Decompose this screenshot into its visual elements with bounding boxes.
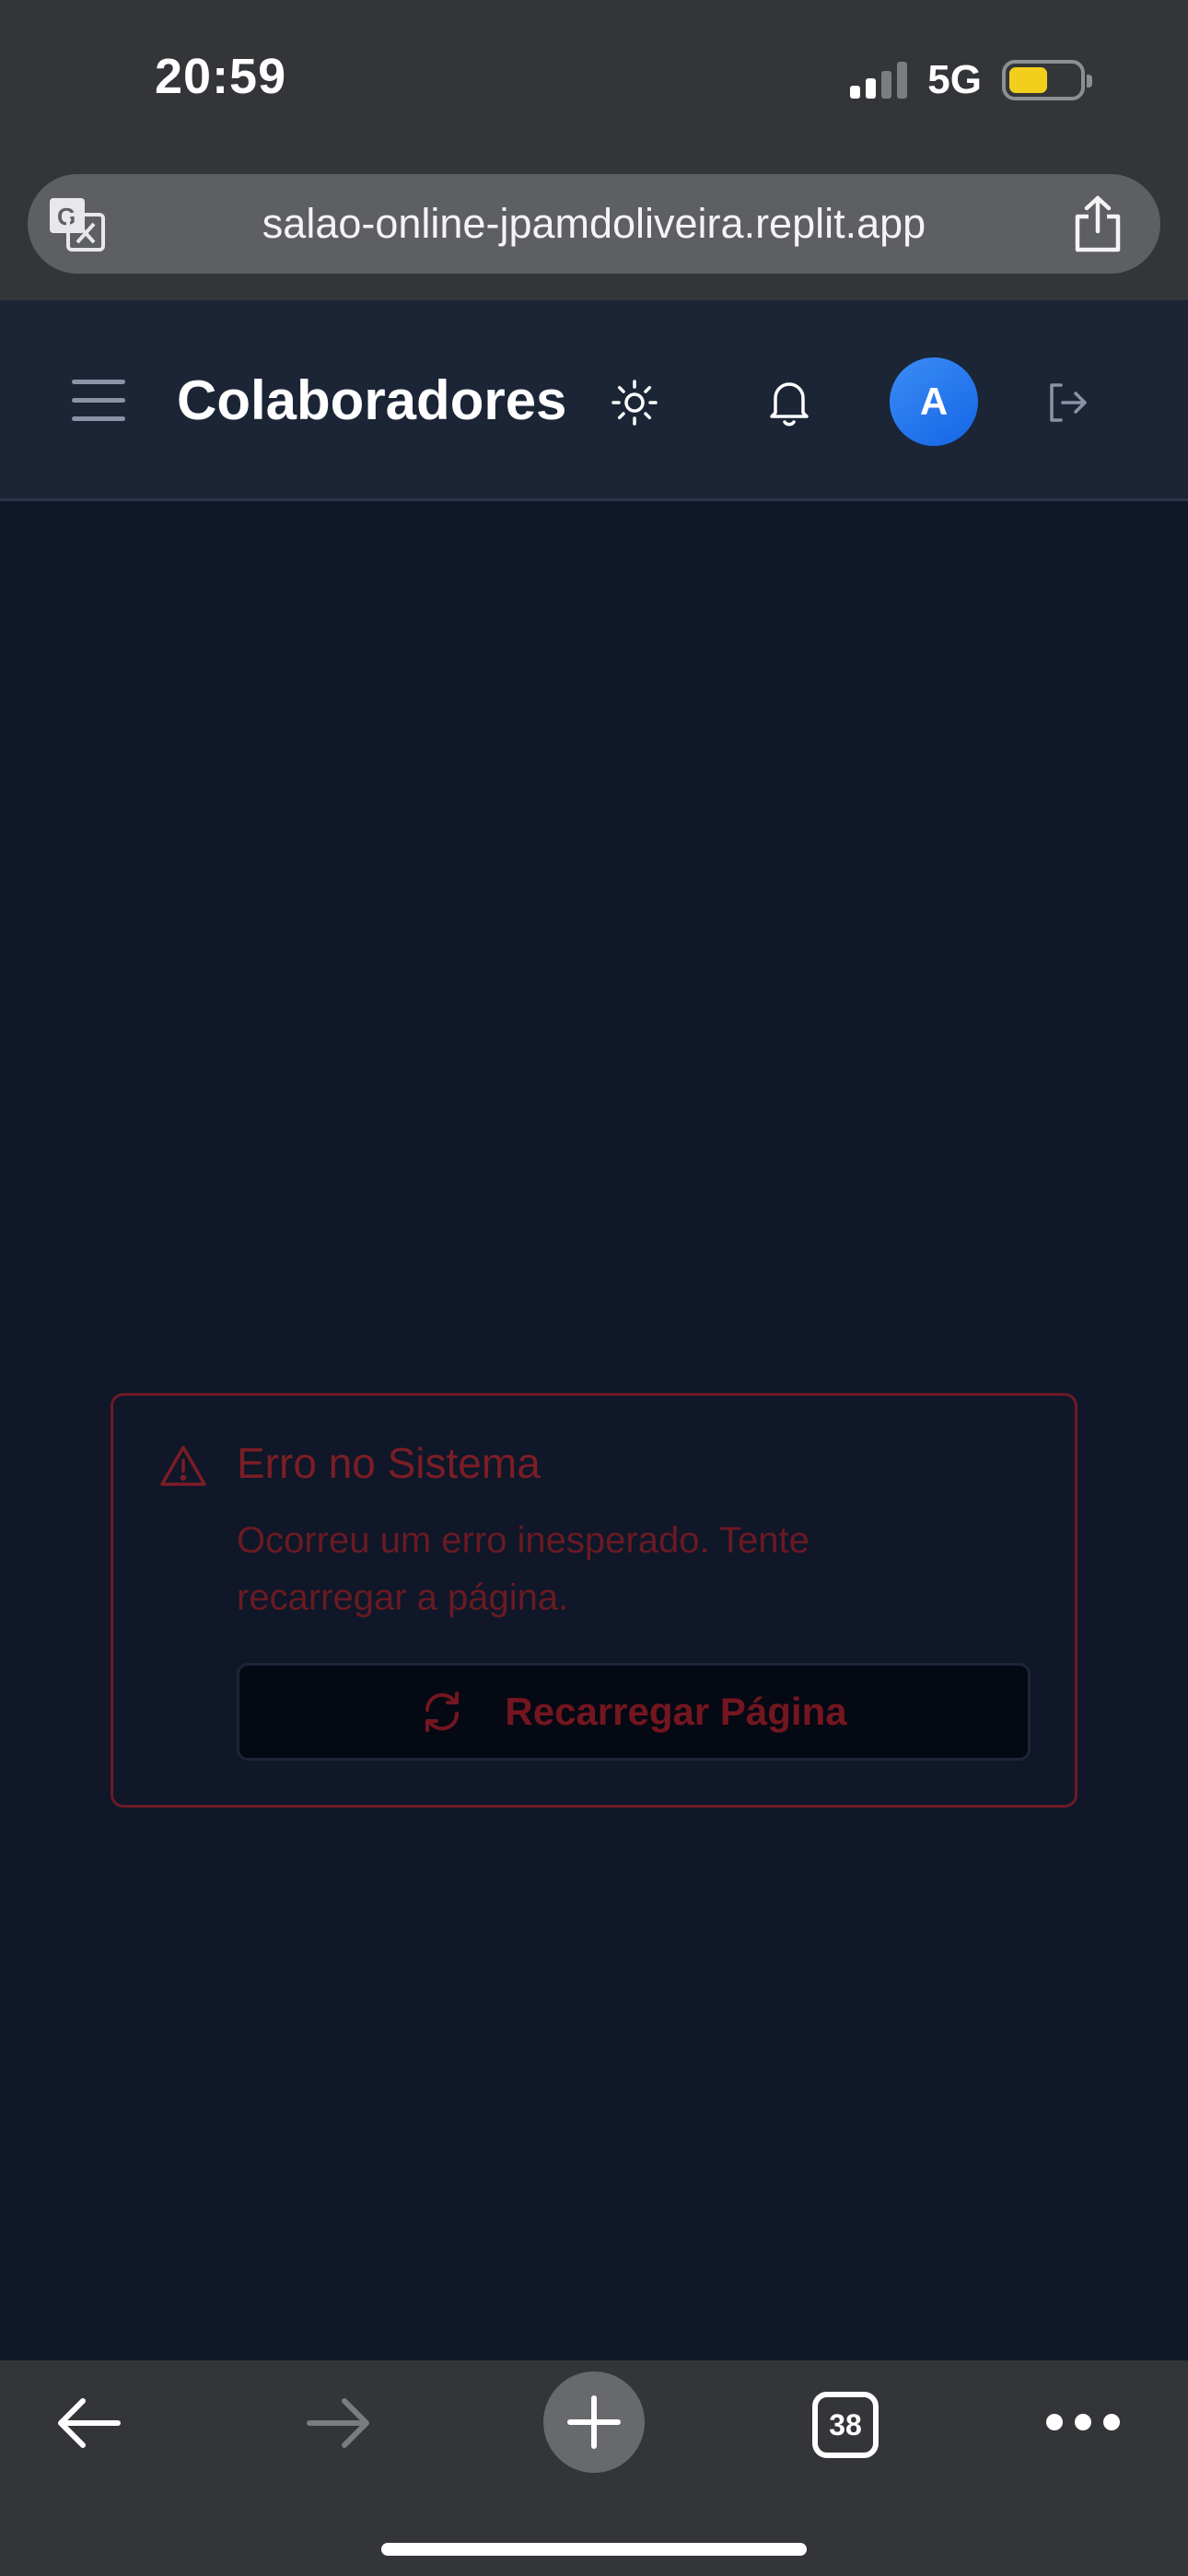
share-icon[interactable] — [1070, 194, 1125, 253]
arrow-right-icon[interactable] — [304, 2394, 374, 2453]
app-header: Colaboradores A — [0, 300, 1188, 501]
warning-icon — [159, 1444, 207, 1488]
tabs-icon[interactable]: 38 — [812, 2392, 879, 2458]
battery-icon — [1002, 60, 1092, 100]
more-icon[interactable] — [1046, 2414, 1120, 2432]
status-time: 20:59 — [155, 49, 287, 104]
browser-top-bar: 20:59 5G G salao-online-jpamdoliveira.re… — [0, 0, 1188, 300]
reload-page-button[interactable]: Recarregar Página — [237, 1663, 1031, 1761]
status-indicators: 5G — [850, 55, 1092, 105]
error-alert: Erro no Sistema Ocorreu um erro inespera… — [111, 1393, 1077, 1808]
error-title: Erro no Sistema — [237, 1439, 541, 1487]
home-indicator — [381, 2543, 807, 2556]
address-bar[interactable]: G salao-online-jpamdoliveira.replit.app — [28, 174, 1160, 274]
arrow-left-icon[interactable] — [53, 2394, 123, 2453]
url-text[interactable]: salao-online-jpamdoliveira.replit.app — [28, 200, 1160, 248]
sun-icon[interactable] — [610, 378, 659, 427]
error-message: Ocorreu um erro inesperado. Tente recarr… — [237, 1520, 809, 1618]
hamburger-icon[interactable] — [72, 380, 125, 422]
bell-icon[interactable] — [764, 376, 814, 429]
plus-icon[interactable] — [543, 2371, 645, 2473]
reload-page-label: Recarregar Página — [505, 1690, 847, 1733]
browser-toolbar: 38 — [0, 2360, 1188, 2576]
avatar[interactable]: A — [890, 357, 978, 446]
network-type: 5G — [927, 57, 982, 102]
logout-icon[interactable] — [1042, 378, 1092, 427]
cellular-signal-icon — [850, 62, 908, 99]
page-title: Colaboradores — [177, 369, 567, 431]
refresh-icon — [420, 1690, 464, 1734]
